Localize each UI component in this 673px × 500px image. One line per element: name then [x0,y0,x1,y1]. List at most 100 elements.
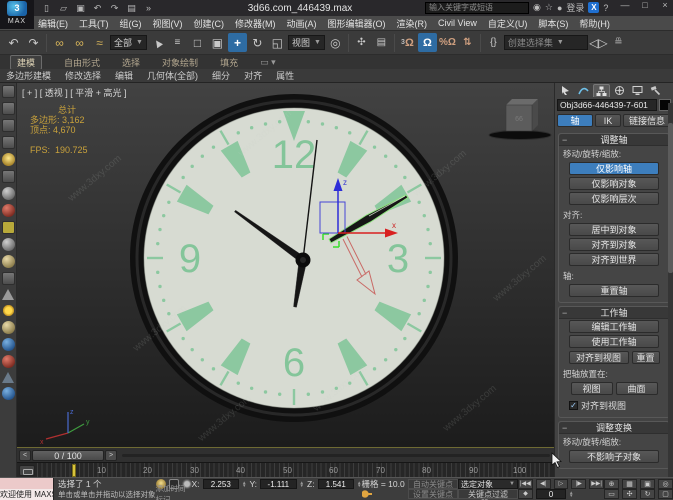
ribbon-tab-selection[interactable]: 选择 [122,56,140,69]
time-slider-handle[interactable]: 0 / 100 [32,449,104,461]
dont-affect-children-button[interactable]: 不影响子对象 [569,450,659,463]
maxscript-mini-listener[interactable]: 欢迎使用 MAXScript [0,478,54,500]
y-coordinate-field[interactable]: -1.111 [260,479,297,489]
select-and-scale-button[interactable]: ◱ [268,33,287,52]
perspective-viewport[interactable]: [ + ] [ 透视 ] [ 平滑 + 高光 ] 总计 多边形: 3,162 顶… [17,83,554,447]
clay-sphere-icon[interactable] [1,321,15,334]
reset-pivot-button[interactable]: 重置轴 [569,284,659,297]
panel-polygon-modeling[interactable]: 多边形建模 [6,69,51,82]
snaps-toggle-icon[interactable]: 3Ω [398,33,417,52]
track-bar[interactable]: 10 20 30 40 50 60 70 80 90 100 [17,462,554,478]
camera-icon[interactable] [1,204,15,217]
previous-key-button[interactable]: ◀| [535,479,551,489]
selection-set-dropdown[interactable]: 选定对象 ▼ [458,479,518,489]
logo-cube-object[interactable]: 66 [488,99,552,140]
set-key-button[interactable]: 设置关键点 [408,489,458,499]
close-button[interactable]: × [659,0,671,10]
maximize-viewport-icon[interactable]: ▢ [658,489,673,499]
align-icon[interactable]: ≞ [609,33,628,52]
align-to-object-button[interactable]: 对齐到对象 [569,238,659,251]
affect-pivot-only-button[interactable]: 仅影响轴 [569,162,659,175]
edit-working-pivot-button[interactable]: 编辑工作轴 [569,320,659,333]
link-info-mode-button[interactable]: 链接信息 [623,114,671,127]
macro-recorder-line[interactable] [0,478,53,489]
named-selection-dropdown[interactable]: 创建选择集 ▼ [503,35,588,50]
go-to-end-button[interactable]: ▶▶| [589,479,604,489]
menu-group[interactable]: 组(G) [120,17,142,30]
image-viewer-icon[interactable] [1,102,15,115]
undo-icon[interactable]: ↶ [91,3,104,14]
new-file-icon[interactable]: ▯ [40,3,53,14]
place-view-button[interactable]: 视图 [570,382,613,395]
undo-button[interactable]: ↶ [4,33,23,52]
key-mode-toggle[interactable]: ◆ [518,489,533,499]
field-of-view-icon[interactable]: ▭ [604,489,619,499]
adjust-pivot-rollout-header[interactable]: − 调整轴 [559,134,669,146]
help-icon[interactable]: ? [603,3,608,13]
panel-scrollbar[interactable] [668,103,673,477]
select-by-name-icon[interactable]: ≡ [168,33,187,52]
menu-modifiers[interactable]: 修改器(M) [235,17,276,30]
use-pivot-point-icon[interactable]: ◎ [326,33,345,52]
select-and-link-icon[interactable]: ∞ [50,33,69,52]
play-button[interactable]: ▷ [553,479,569,489]
select-object-icon[interactable]: ▲ [144,29,170,55]
panel-properties[interactable]: 属性 [276,69,294,82]
yellow-box-icon[interactable] [1,221,15,234]
align-to-world-button[interactable]: 对齐到世界 [569,253,659,266]
track-bar-ruler[interactable]: 10 20 30 40 50 60 70 80 90 100 [37,463,552,478]
rectangular-selection-region-icon[interactable]: □ [188,33,207,52]
unlink-selection-icon[interactable]: ∞ [70,33,89,52]
align-to-view-button[interactable]: 对齐到视图 [568,351,629,364]
object-name-field[interactable]: Obj3d66-446439-7-601 [557,99,657,111]
affect-hierarchy-only-button[interactable]: 仅影响层次 [569,192,659,205]
open-file-icon[interactable]: ▱ [57,3,70,14]
sign-in-label[interactable]: 登录 [566,1,584,14]
mountain-icon[interactable] [2,289,14,300]
listener-line[interactable]: 欢迎使用 MAXScript [0,489,53,500]
percent-snap-toggle-icon[interactable]: %Ω [438,33,457,52]
zoom-icon[interactable]: ⊕ [604,479,619,489]
reference-coordinate-dropdown[interactable]: 视图 ▼ [287,35,325,50]
panel-subdivision[interactable]: 细分 [212,69,230,82]
menu-views[interactable]: 视图(V) [153,17,183,30]
pivot-mode-button[interactable]: 轴 [557,114,593,127]
zoom-all-icon[interactable]: ▦ [622,479,637,489]
current-time-field[interactable]: 0 [536,489,566,499]
orbit-icon[interactable]: ↻ [640,489,655,499]
affect-object-only-button[interactable]: 仅影响对象 [569,177,659,190]
menu-civil-view[interactable]: Civil View [438,18,477,28]
x-coordinate-field[interactable]: 2.253 [202,479,240,489]
current-frame-marker[interactable] [72,464,76,477]
z-coordinate-field[interactable]: 1.541 [317,479,355,489]
next-frame-button[interactable]: > [105,449,117,461]
place-surface-button[interactable]: 曲面 [615,382,658,395]
rain-particles-icon[interactable] [1,338,15,351]
search-input[interactable]: 输入关键字或短语 [425,2,529,14]
spinner-snap-toggle-icon[interactable]: ⇅ [458,33,477,52]
select-and-rotate-button[interactable]: ↻ [248,33,267,52]
bind-to-space-warp-icon[interactable]: ≈ [90,33,109,52]
save-file-icon[interactable]: ▣ [74,3,87,14]
redo-icon[interactable]: ↷ [108,3,121,14]
favorites-icon[interactable]: ☆ [545,2,553,13]
workspace-icon[interactable]: ▤ [125,3,138,14]
edit-named-selection-icon[interactable]: {} [484,33,503,52]
menu-rendering[interactable]: 渲染(R) [397,17,428,30]
ik-mode-button[interactable]: IK [595,114,621,127]
mini-curve-editor-button[interactable] [19,465,35,476]
utilities-tab-icon[interactable] [647,84,664,97]
use-working-pivot-button[interactable]: 使用工作轴 [569,335,659,348]
menu-scripting[interactable]: 脚本(S) [538,17,568,30]
audio-icon[interactable] [1,170,15,183]
menu-create[interactable]: 创建(C) [194,17,225,30]
align-to-view-checkbox[interactable]: ✓ [569,401,578,410]
redo-button[interactable]: ↷ [24,33,43,52]
panel-align[interactable]: 对齐 [244,69,262,82]
time-slider[interactable]: < 0 / 100 > [17,447,554,462]
minimize-button[interactable]: — [619,0,631,10]
overflow-icon[interactable]: » [142,3,155,14]
zoom-extents-all-icon[interactable]: ◎ [658,479,673,489]
time-tag[interactable]: 添加时间标记 [156,484,192,500]
select-and-move-button[interactable]: + [227,33,247,52]
